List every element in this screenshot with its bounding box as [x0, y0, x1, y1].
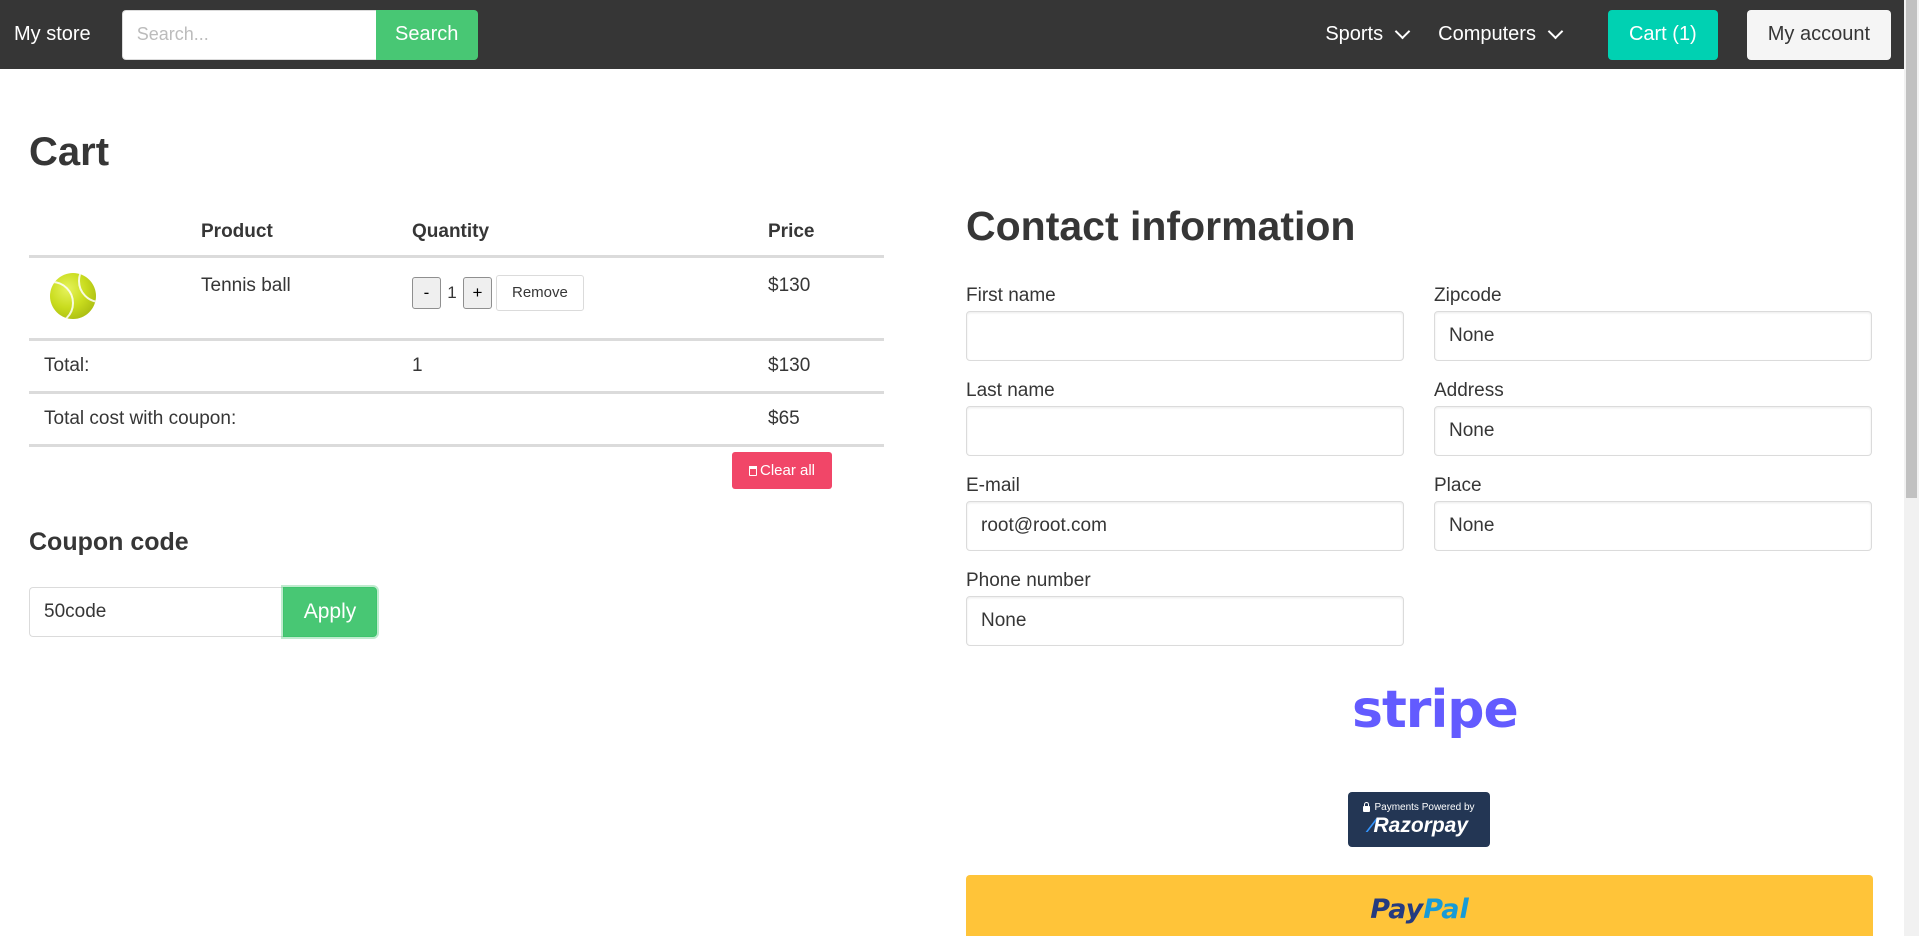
quantity-cell: - 1 + Remove	[397, 256, 753, 341]
first-name-field-group: First name	[966, 285, 1404, 361]
last-name-label: Last name	[966, 380, 1055, 401]
razorpay-caption-row: Payments Powered by	[1363, 801, 1475, 813]
search-button[interactable]: Search	[375, 9, 478, 60]
menu-computers[interactable]: Computers	[1438, 23, 1564, 46]
phone-input[interactable]	[966, 596, 1404, 646]
cart-button[interactable]: Cart (1)	[1607, 9, 1718, 60]
total-label: Total:	[29, 339, 397, 394]
paypal-logo-part1: Pay	[1370, 894, 1424, 925]
zipcode-label: Zipcode	[1434, 285, 1502, 306]
table-row: Tennis ball - 1 + Remove $130	[29, 256, 884, 341]
razorpay-name-row: ⁄Razorpay	[1370, 814, 1468, 838]
first-name-input[interactable]	[966, 311, 1404, 361]
trash-icon	[748, 465, 757, 476]
phone-field-group: Phone number	[966, 570, 1404, 646]
remove-button[interactable]: Remove	[496, 274, 584, 311]
table-header-row: Product Quantity Price	[29, 209, 884, 258]
coupon-input[interactable]	[29, 587, 283, 637]
my-account-button[interactable]: My account	[1746, 9, 1891, 60]
navbar: My store Search Sports Computers Cart (1…	[0, 0, 1904, 69]
place-label: Place	[1434, 475, 1482, 496]
menu-computers-label: Computers	[1438, 23, 1536, 45]
cart-table: Product Quantity Price Tennis ball - 1 +…	[29, 209, 884, 447]
scrollbar-thumb[interactable]	[1906, 0, 1917, 498]
quantity-value: 1	[447, 282, 457, 302]
search-form: Search	[121, 9, 478, 60]
clear-all-button[interactable]: Clear all	[732, 452, 832, 489]
search-input[interactable]	[121, 9, 376, 60]
cart-title: Cart	[29, 130, 110, 174]
phone-label: Phone number	[966, 570, 1091, 591]
nav-right: Sports Computers Cart (1) My account	[1325, 0, 1904, 69]
email-field-group: E-mail	[966, 475, 1404, 551]
total-quantity: 1	[397, 339, 753, 394]
total-price: $130	[753, 339, 884, 394]
zipcode-input[interactable]	[1434, 311, 1872, 361]
zipcode-field-group: Zipcode	[1434, 285, 1872, 361]
menu-sports[interactable]: Sports	[1325, 23, 1411, 46]
apply-coupon-button[interactable]: Apply	[283, 587, 377, 637]
last-name-field-group: Last name	[966, 380, 1404, 456]
menu-sports-label: Sports	[1325, 23, 1384, 45]
column-header-quantity: Quantity	[397, 209, 753, 258]
email-input[interactable]	[966, 501, 1404, 551]
address-label: Address	[1434, 380, 1504, 401]
clear-all-label: Clear all	[759, 462, 816, 479]
decrease-quantity-button[interactable]: -	[412, 276, 441, 309]
column-header-price: Price	[753, 209, 884, 258]
brand-link[interactable]: My store	[14, 23, 91, 46]
stripe-logo-button[interactable]: stripe	[1352, 680, 1519, 740]
product-name: Tennis ball	[186, 256, 397, 341]
total-row: Total: 1 $130	[29, 339, 884, 394]
lock-icon	[1363, 801, 1371, 812]
razorpay-name: Razorpay	[1373, 813, 1469, 837]
chevron-down-icon	[1547, 23, 1564, 40]
contact-title: Contact information	[966, 203, 1356, 249]
address-input[interactable]	[1434, 406, 1872, 456]
quantity-stepper: - 1 + Remove	[412, 274, 738, 311]
chevron-down-icon	[1394, 23, 1411, 40]
column-header-product: Product	[186, 209, 397, 258]
first-name-label: First name	[966, 285, 1056, 306]
paypal-logo: PayPal	[1370, 894, 1469, 925]
place-input[interactable]	[1434, 501, 1872, 551]
razorpay-caption: Payments Powered by	[1374, 801, 1475, 813]
product-image-cell	[29, 256, 186, 341]
product-price: $130	[753, 256, 884, 341]
coupon-total-price: $65	[753, 392, 884, 447]
tennis-ball-icon	[50, 272, 96, 319]
coupon-title: Coupon code	[29, 528, 189, 556]
last-name-input[interactable]	[966, 406, 1404, 456]
email-label: E-mail	[966, 475, 1020, 496]
paypal-logo-part2: Pal	[1423, 894, 1469, 925]
coupon-form: Apply	[29, 587, 377, 637]
place-field-group: Place	[1434, 475, 1872, 551]
address-field-group: Address	[1434, 380, 1872, 456]
increase-quantity-button[interactable]: +	[463, 276, 492, 309]
page-scrollbar[interactable]	[1904, 0, 1919, 936]
razorpay-button[interactable]: Payments Powered by ⁄Razorpay	[1348, 792, 1490, 847]
paypal-button[interactable]: PayPal	[966, 875, 1873, 936]
coupon-total-label: Total cost with coupon:	[29, 392, 753, 447]
column-header-image	[29, 209, 186, 258]
coupon-total-row: Total cost with coupon: $65	[29, 392, 884, 447]
